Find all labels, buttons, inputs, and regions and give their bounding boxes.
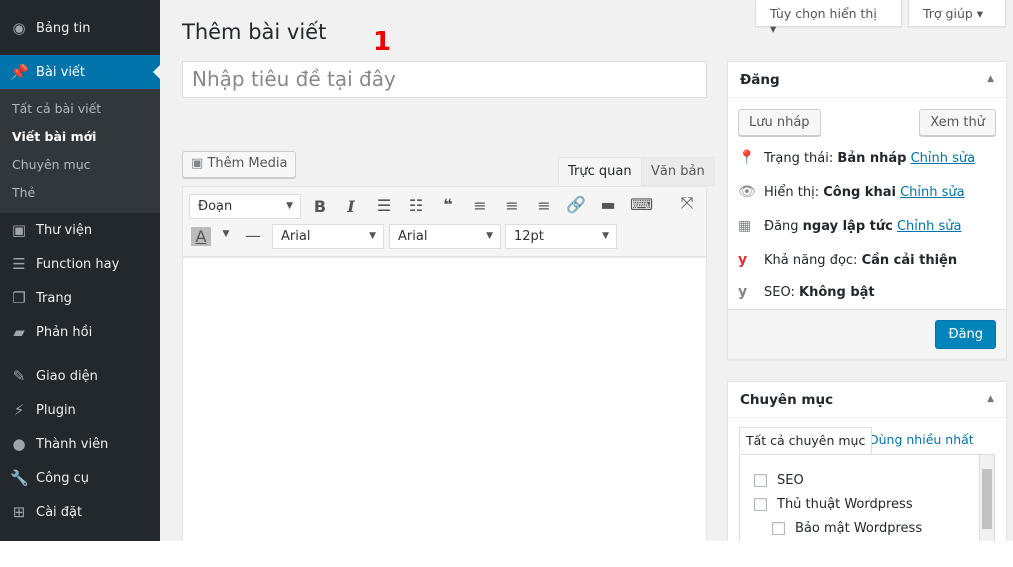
tab-text[interactable]: Văn bản bbox=[641, 157, 715, 186]
menu-plugins[interactable]: ⚡ Plugin bbox=[0, 393, 160, 427]
categories-box: Chuyên mục Tất cả chuyên mục Dùng nhiều … bbox=[727, 381, 1007, 555]
blockquote-icon[interactable]: ❝ bbox=[438, 195, 458, 214]
font-family-select-2[interactable]: Arial bbox=[389, 224, 501, 249]
edit-visibility-link[interactable]: Chỉnh sửa bbox=[900, 185, 965, 200]
menu-icon: ☰ bbox=[12, 255, 26, 273]
align-left-icon[interactable]: ≡ bbox=[470, 196, 490, 215]
plugin-icon: ⚡ bbox=[13, 401, 25, 419]
tab-visual[interactable]: Trực quan bbox=[558, 157, 642, 186]
tab-all-categories[interactable]: Tất cả chuyên mục bbox=[739, 427, 873, 454]
post-title-input[interactable]: Nhập tiêu đề tại đây bbox=[182, 61, 707, 98]
yoast-seo-icon: y bbox=[738, 284, 748, 300]
align-right-icon[interactable]: ≡ bbox=[534, 196, 554, 215]
bold-icon[interactable]: B bbox=[310, 197, 330, 216]
editor-toolbar: Đoạn B I ☰ ☷ ❝ ≡ ≡ ≡ 🔗 ▬ ⌨ ⤧ A ▼ — Arial… bbox=[182, 186, 707, 257]
tab-most-used[interactable]: Dùng nhiều nhất bbox=[869, 432, 974, 447]
toolbar-toggle-icon[interactable]: ⌨ bbox=[630, 195, 653, 214]
publish-button[interactable]: Đăng bbox=[935, 320, 996, 349]
user-icon: ● bbox=[12, 435, 26, 453]
publish-box: Đăng Lưu nháp Xem thử 📍Trạng thái: Bản n… bbox=[727, 61, 1007, 360]
pin-icon: 📍 bbox=[738, 150, 756, 166]
numbered-list-icon[interactable]: ☷ bbox=[406, 196, 426, 215]
menu-posts[interactable]: 📌 Bài viết bbox=[0, 55, 160, 89]
font-size-select[interactable]: 12pt bbox=[505, 224, 617, 249]
horizontal-line-icon[interactable]: — bbox=[243, 226, 263, 245]
align-center-icon[interactable]: ≡ bbox=[502, 196, 522, 215]
category-checkbox[interactable] bbox=[754, 498, 767, 511]
screen-options-button[interactable]: Tùy chọn hiển thị ▾ bbox=[755, 0, 902, 36]
format-select[interactable]: Đoạn bbox=[189, 194, 301, 219]
main-content: Tùy chọn hiển thị ▾ Trợ giúp ▾ Thêm bài … bbox=[160, 0, 1013, 555]
add-media-button[interactable]: ▣ Thêm Media bbox=[182, 151, 297, 178]
submenu-tags[interactable]: Thẻ bbox=[0, 179, 160, 207]
page-title: Thêm bài viết bbox=[182, 20, 327, 44]
categories-box-title[interactable]: Chuyên mục bbox=[728, 382, 1006, 418]
bullet-list-icon[interactable]: ☰ bbox=[374, 196, 394, 215]
menu-users[interactable]: ● Thành viên bbox=[0, 427, 160, 461]
menu-comments[interactable]: ▰ Phản hồi bbox=[0, 315, 160, 349]
save-draft-button[interactable]: Lưu nháp bbox=[738, 109, 821, 136]
submenu-all-posts[interactable]: Tất cả bài viết bbox=[0, 95, 160, 123]
category-checkbox[interactable] bbox=[772, 522, 785, 535]
admin-sidebar: ◉ Bảng tin 📌 Bài viết Tất cả bài viết Viết… bbox=[0, 0, 160, 541]
brush-icon: ✎ bbox=[12, 367, 26, 385]
text-color-icon[interactable]: A bbox=[191, 227, 211, 246]
menu-pages[interactable]: ❐ Trang bbox=[0, 281, 160, 315]
preview-button[interactable]: Xem thử bbox=[919, 109, 996, 136]
eye-icon: 👁 bbox=[738, 184, 756, 200]
edit-status-link[interactable]: Chỉnh sửa bbox=[911, 151, 976, 166]
edit-schedule-link[interactable]: Chỉnh sửa bbox=[897, 219, 962, 234]
menu-appearance[interactable]: ✎ Giao diện bbox=[0, 359, 160, 393]
wrench-icon: 🔧 bbox=[10, 469, 29, 487]
italic-icon[interactable]: I bbox=[341, 197, 361, 216]
font-family-select[interactable]: Arial bbox=[272, 224, 384, 249]
category-checkbox[interactable] bbox=[754, 474, 767, 487]
link-icon[interactable]: 🔗 bbox=[566, 195, 586, 214]
menu-settings[interactable]: ⊞ Cài đặt bbox=[0, 495, 160, 529]
menu-media[interactable]: ▣ Thư viện bbox=[0, 213, 160, 247]
submenu-add-new[interactable]: Viết bài mới bbox=[0, 123, 160, 151]
pages-icon: ❐ bbox=[12, 289, 26, 307]
media-icon: ▣ bbox=[11, 221, 27, 239]
settings-icon: ⊞ bbox=[12, 503, 26, 521]
pin-icon: 📌 bbox=[10, 63, 29, 81]
media-icon: ▣ bbox=[191, 156, 204, 171]
read-more-icon[interactable]: ▬ bbox=[598, 195, 618, 214]
fullscreen-icon[interactable]: ⤧ bbox=[677, 193, 697, 213]
calendar-icon: ▦ bbox=[738, 218, 752, 234]
menu-function[interactable]: ☰ Function hay bbox=[0, 247, 160, 281]
help-button[interactable]: Trợ giúp ▾ bbox=[908, 0, 1006, 27]
posts-submenu: Tất cả bài viết Viết bài mới Chuyên mục … bbox=[0, 89, 160, 213]
comment-icon: ▰ bbox=[13, 323, 25, 341]
text-color-dropdown-icon[interactable]: ▼ bbox=[216, 229, 236, 239]
yoast-readability-icon: y bbox=[738, 252, 748, 268]
submenu-categories[interactable]: Chuyên mục bbox=[0, 151, 160, 179]
annotation-1: 1 bbox=[373, 27, 392, 57]
dashboard-icon: ◉ bbox=[12, 19, 26, 37]
menu-dashboard[interactable]: ◉ Bảng tin bbox=[0, 11, 160, 45]
publish-box-title[interactable]: Đăng bbox=[728, 62, 1006, 98]
menu-tools[interactable]: 🔧 Công cụ bbox=[0, 461, 160, 495]
category-list: SEO Thủ thuật Wordpress Bảo mật Wordpres… bbox=[739, 454, 995, 555]
editor-content-area[interactable] bbox=[182, 257, 707, 547]
category-scrollbar[interactable] bbox=[979, 455, 994, 555]
